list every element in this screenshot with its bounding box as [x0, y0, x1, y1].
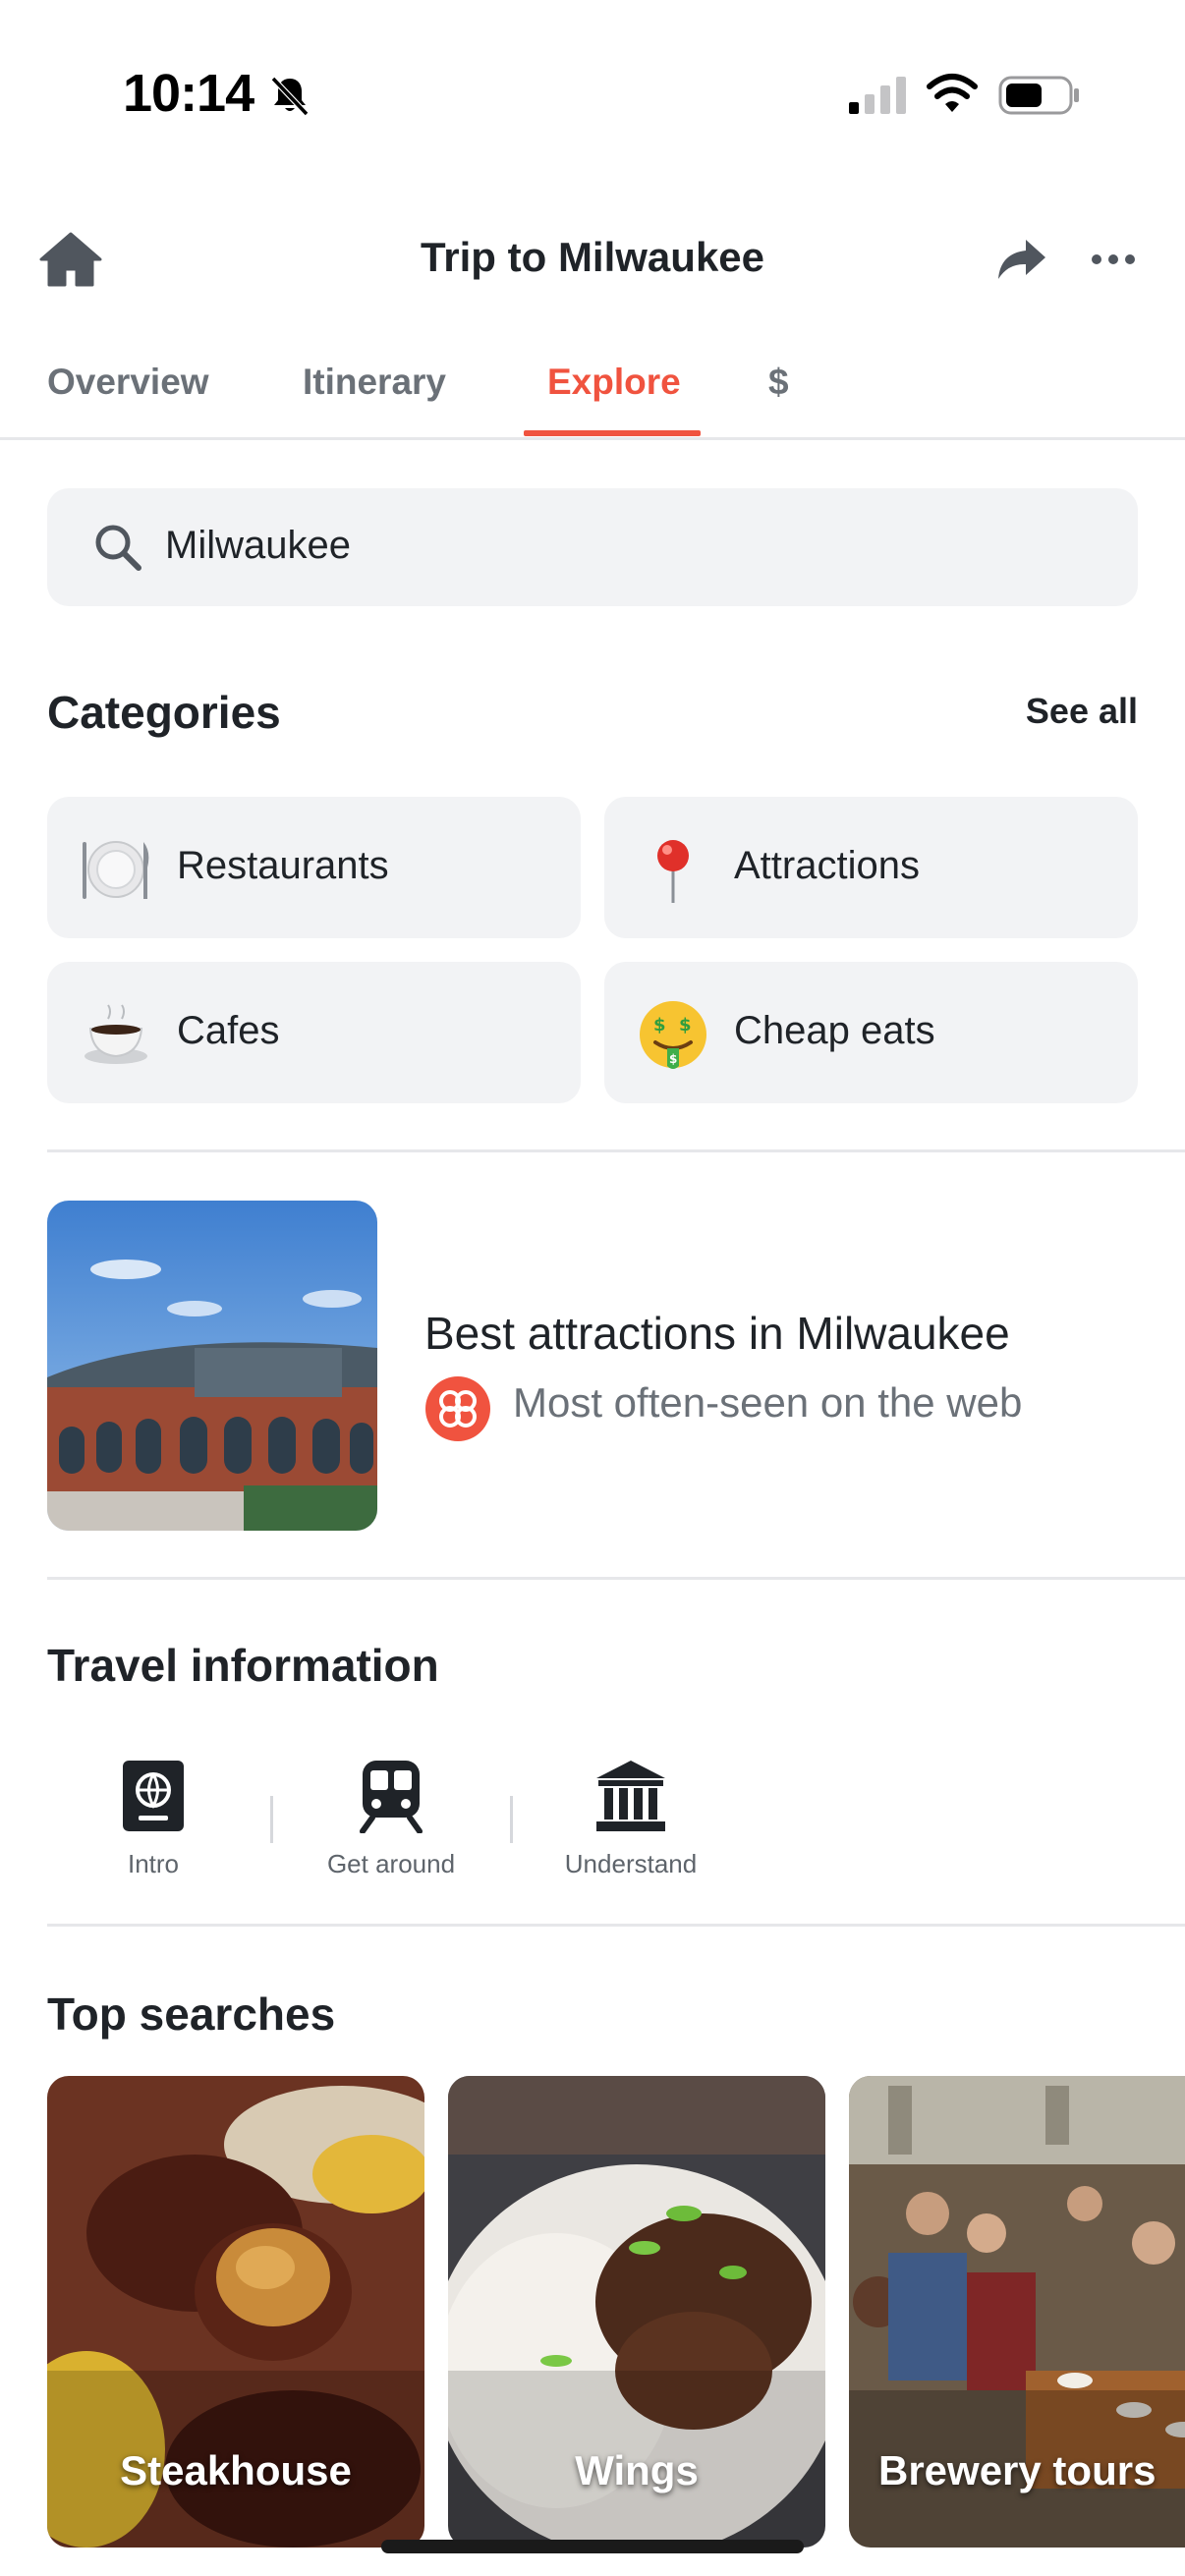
- top-bar: Trip to Milwaukee: [0, 196, 1185, 324]
- info-label: Get around: [326, 1849, 456, 1878]
- top-search-label: Wings: [575, 2447, 699, 2493]
- info-label: Understand: [564, 1849, 698, 1878]
- top-search-wings[interactable]: Wings: [448, 2076, 825, 2548]
- cellular-signal-icon: [849, 77, 906, 114]
- tab-budget[interactable]: $: [768, 362, 789, 403]
- category-label: Attractions: [734, 844, 920, 887]
- wifi-icon: [927, 74, 978, 112]
- svg-text:$: $: [653, 1015, 666, 1036]
- best-attractions-card[interactable]: Best attractions in Milwaukee Most often…: [0, 1199, 1185, 1533]
- travel-information-heading: Travel information: [47, 1640, 439, 1691]
- top-search-steakhouse[interactable]: Steakhouse: [47, 2076, 424, 2548]
- category-restaurants[interactable]: Restaurants: [47, 797, 581, 938]
- money-face-icon: $ $ $: [640, 1001, 706, 1069]
- status-bar: 10:14: [0, 0, 1185, 187]
- top-search-brewery-tours[interactable]: Brewery tours: [849, 2076, 1185, 2548]
- passport-icon: [123, 1761, 184, 1831]
- stadium-photo: [47, 1201, 377, 1531]
- travel-info-get-around[interactable]: Get around: [308, 1759, 475, 1896]
- battery-icon: [998, 76, 1079, 115]
- plate-icon: [83, 841, 149, 899]
- tab-bar: Overview Itinerary Explore $: [0, 334, 1185, 440]
- category-label: Restaurants: [177, 844, 389, 887]
- share-icon[interactable]: [994, 236, 1047, 285]
- category-label: Cafes: [177, 1009, 280, 1052]
- divider: [47, 1149, 1185, 1152]
- tab-itinerary[interactable]: Itinerary: [303, 362, 446, 403]
- category-cafes[interactable]: Cafes: [47, 962, 581, 1103]
- search-icon: [95, 525, 141, 571]
- top-search-label: Brewery tours: [878, 2447, 1157, 2493]
- more-icon[interactable]: [1091, 250, 1136, 269]
- category-cheap-eats[interactable]: $ $ $ Cheap eats: [604, 962, 1138, 1103]
- separator: [270, 1796, 273, 1843]
- status-time: 10:14: [123, 64, 254, 123]
- travel-info-understand[interactable]: Understand: [547, 1759, 714, 1896]
- pin-icon: [657, 840, 689, 903]
- category-attractions[interactable]: Attractions: [604, 797, 1138, 938]
- guide-title: Best attractions in Milwaukee: [424, 1308, 1010, 1359]
- category-label: Cheap eats: [734, 1009, 935, 1052]
- search-input[interactable]: Milwaukee: [47, 488, 1138, 606]
- svg-text:$: $: [669, 1052, 677, 1066]
- web-source-icon: [425, 1376, 490, 1441]
- separator: [510, 1796, 513, 1843]
- top-search-label: Steakhouse: [120, 2447, 352, 2493]
- bell-slash-icon: [270, 76, 310, 117]
- tab-explore[interactable]: Explore: [547, 362, 681, 403]
- categories-heading: Categories: [47, 687, 281, 738]
- search-value: Milwaukee: [165, 524, 351, 567]
- info-label: Intro: [127, 1849, 180, 1878]
- tab-overview[interactable]: Overview: [47, 362, 209, 403]
- divider: [47, 1924, 1185, 1927]
- active-tab-indicator: [524, 430, 701, 436]
- coffee-icon: [85, 1004, 147, 1064]
- divider: [47, 1577, 1185, 1580]
- svg-text:$: $: [679, 1015, 692, 1036]
- travel-info-intro[interactable]: Intro: [70, 1759, 237, 1896]
- guide-subtitle: Most often-seen on the web: [513, 1379, 1023, 1426]
- see-all-link[interactable]: See all: [1026, 691, 1138, 732]
- top-searches-heading: Top searches: [47, 1988, 336, 2040]
- museum-icon: [596, 1761, 665, 1831]
- train-icon: [360, 1761, 423, 1833]
- home-indicator[interactable]: [381, 2540, 804, 2553]
